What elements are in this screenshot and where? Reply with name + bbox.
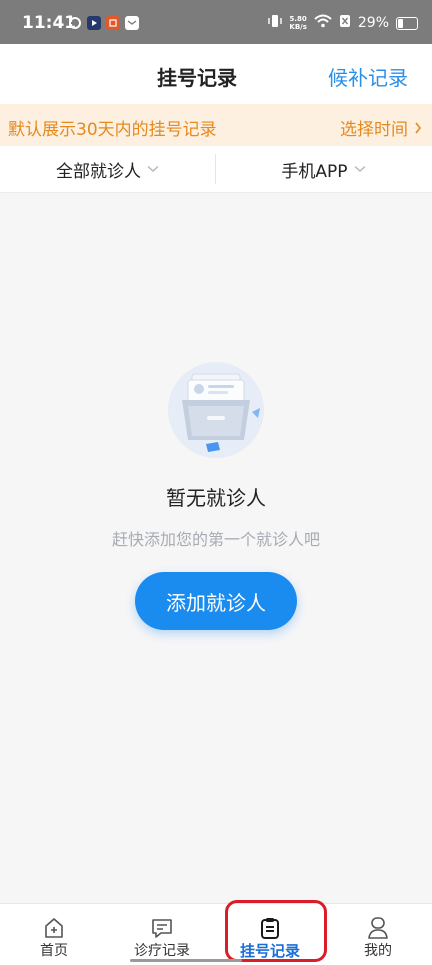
chevron-down-icon [354,165,366,173]
tab-mine-label: 我的 [364,943,392,959]
add-patient-button[interactable]: 添加就诊人 [135,572,297,630]
message-icon [152,919,172,938]
tab-medical-records-label: 诊疗记录 [134,943,190,959]
network-speed-unit: KB/s [289,23,307,31]
network-speed: 5.80 KB/s [289,15,306,31]
battery-icon [396,16,418,30]
tab-home-label: 首页 [40,943,68,959]
status-notification-icons [68,16,139,30]
wifi-icon [314,14,332,32]
network-speed-value: 5.80 [289,15,307,23]
channel-filter-label: 手机APP [281,161,348,182]
date-range-banner: 默认展示30天内的挂号记录 选择时间 [0,104,432,146]
vibrate-icon [268,13,283,33]
patient-filter-label: 全部就诊人 [56,161,141,182]
select-time-label: 选择时间 [340,120,408,140]
battery-percent: 29% [357,15,389,31]
select-time-button[interactable]: 选择时间 [340,115,422,140]
sync-icon [68,16,82,30]
empty-drawer-illustration [168,362,264,458]
filter-bar: 全部就诊人 手机APP [0,146,432,193]
video-app-icon [87,16,101,30]
waitlist-records-link[interactable]: 候补记录 [328,62,408,91]
mail-icon [125,16,139,30]
tab-mine[interactable]: 我的 [324,904,432,965]
nav-bar: 挂号记录 候补记录 [0,44,432,104]
user-icon [368,917,388,939]
tab-home[interactable]: 首页 [0,904,108,965]
clipboard-icon [261,918,279,939]
shop-app-icon [106,16,120,30]
tab-medical-records[interactable]: 诊疗记录 [108,904,216,965]
chevron-down-icon [147,165,159,173]
empty-state-title: 暂无就诊人 [166,486,266,510]
empty-state-subtitle: 赶快添加您的第一个就诊人吧 [111,530,320,549]
patient-filter-dropdown[interactable]: 全部就诊人 [0,146,215,192]
banner-text: 默认展示30天内的挂号记录 [8,120,217,140]
chevron-right-icon [415,122,422,133]
channel-filter-dropdown[interactable]: 手机APP [216,146,431,192]
home-icon [45,918,63,938]
status-system-icons: 5.80 KB/s 29% [268,13,418,33]
bottom-tab-bar: 首页 诊疗记录 挂号记录 我的 [0,903,432,965]
home-indicator [130,959,242,962]
no-sim-icon [339,14,351,32]
tab-registration-records[interactable]: 挂号记录 [216,904,324,965]
status-bar: 11:41 5.80 KB/s 29% [0,0,432,44]
tab-registration-records-label: 挂号记录 [239,942,300,960]
